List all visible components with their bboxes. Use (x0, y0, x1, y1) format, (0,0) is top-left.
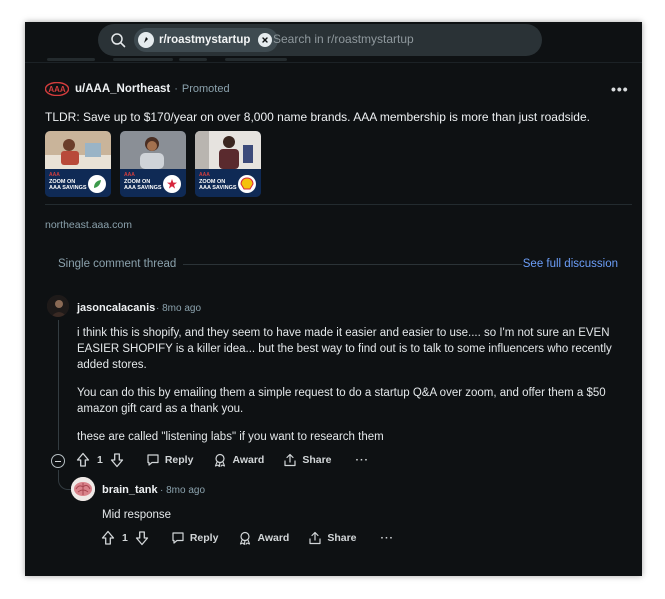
separator-dot: · (174, 83, 178, 95)
community-chip[interactable]: r/roastmystartup (134, 28, 279, 52)
reply-icon (172, 532, 184, 544)
ad-card-caption: ZOOM ON AAA SAVINGS (199, 179, 237, 191)
ad-photo-man (195, 131, 261, 169)
ad-card[interactable]: AAA ZOOM ON AAA SAVINGS (45, 131, 111, 197)
upvote-icon (76, 452, 90, 467)
svg-text:AAA: AAA (48, 85, 66, 94)
avatar[interactable] (47, 295, 69, 317)
aaa-mini-logo: AAA (199, 172, 210, 178)
tab-hint (225, 58, 287, 61)
reply-icon (147, 454, 159, 466)
aaa-mini-logo: AAA (124, 172, 135, 178)
award-button[interactable]: Award (238, 531, 289, 545)
share-icon (309, 531, 321, 545)
upvote-icon (101, 530, 115, 545)
share-button[interactable]: Share (283, 453, 332, 467)
comment-time: · 8mo ago (156, 303, 202, 314)
ad-header: AAA u/AAA_Northeast · Promoted (45, 82, 230, 96)
tab-hint (179, 58, 207, 61)
search-input[interactable] (273, 32, 523, 46)
promoted-label: Promoted (181, 83, 230, 95)
comment-actions: 1 Reply Award Share ··· (101, 530, 394, 546)
tab-hint (47, 58, 95, 61)
award-label: Award (232, 454, 265, 466)
share-label: Share (302, 454, 332, 466)
aaa-logo-icon[interactable]: AAA (45, 82, 69, 96)
comment-body: Mid response (102, 507, 602, 523)
upvote-button[interactable] (101, 530, 115, 546)
aaa-mini-logo: AAA (49, 172, 60, 178)
comment-paragraph: i think this is shopify, and they seem t… (77, 327, 612, 371)
ad-card[interactable]: AAA ZOOM ON AAA SAVINGS (120, 131, 186, 197)
comment-body: i think this is shopify, and they seem t… (77, 325, 622, 373)
brand-leaf-icon (88, 175, 106, 193)
reply-label: Reply (164, 454, 194, 466)
divider (183, 264, 522, 265)
downvote-button[interactable] (135, 530, 149, 546)
comment-paragraph: Mid response (102, 509, 172, 521)
app-window: r/roastmystartup AAA u/AAA_Northeast · P… (25, 22, 642, 576)
reply-connector (58, 470, 72, 490)
brand-shell-icon (238, 175, 256, 193)
more-options-icon[interactable]: ··· (356, 454, 370, 466)
ad-text[interactable]: TLDR: Save up to $170/year on over 8,000… (45, 110, 590, 124)
downvote-icon (135, 531, 148, 546)
divider (25, 62, 642, 63)
avatar[interactable] (71, 477, 95, 501)
subreddit-avatar-icon (138, 32, 154, 48)
share-button[interactable]: Share (308, 531, 357, 545)
ad-photo-woman (120, 131, 186, 169)
comment-actions: 1 Reply Award Share ··· (76, 452, 369, 468)
reply-button[interactable]: Reply (171, 531, 219, 545)
comment-username[interactable]: jasoncalacanis (77, 302, 155, 314)
collapse-thread-button[interactable] (51, 454, 65, 468)
more-options-icon[interactable]: ••• (611, 82, 629, 96)
award-icon (240, 531, 251, 545)
comment-body: these are called "listening labs" if you… (77, 429, 622, 445)
avatar-jasoncalacanis-icon (47, 295, 69, 317)
downvote-icon (110, 453, 123, 468)
close-icon[interactable] (258, 33, 273, 47)
share-label: Share (327, 532, 357, 544)
tab-hint (113, 58, 173, 61)
community-chip-label: r/roastmystartup (159, 34, 251, 46)
reply-button[interactable]: Reply (146, 453, 194, 467)
search-icon (111, 33, 126, 48)
comment-paragraph: You can do this by emailing them a simpl… (77, 387, 606, 415)
share-icon (284, 453, 296, 467)
search-bar[interactable]: r/roastmystartup (98, 24, 542, 56)
ad-card-caption: ZOOM ON AAA SAVINGS (124, 179, 162, 191)
comment-body: You can do this by emailing them a simpl… (77, 385, 622, 417)
ad-carousel: AAA ZOOM ON AAA SAVINGS AAA ZOOM ON AAA SA… (45, 131, 261, 197)
divider (45, 204, 632, 205)
award-icon (215, 453, 226, 467)
upvote-button[interactable] (76, 452, 90, 468)
vote-count: 1 (122, 532, 128, 544)
see-full-discussion-link[interactable]: See full discussion (523, 258, 618, 270)
more-options-icon[interactable]: ··· (381, 532, 395, 544)
ad-username[interactable]: u/AAA_Northeast (75, 83, 170, 95)
vote-count: 1 (97, 454, 103, 466)
thread-label: Single comment thread (58, 258, 177, 270)
ad-url-link[interactable]: northeast.aaa.com (45, 219, 132, 231)
comment-username[interactable]: brain_tank (102, 484, 158, 496)
ad-card[interactable]: AAA ZOOM ON AAA SAVINGS (195, 131, 261, 197)
award-button[interactable]: Award (213, 453, 264, 467)
comment-time: · 8mo ago (160, 485, 206, 496)
avatar-brain-icon (71, 477, 95, 501)
ad-photo-kitchen (45, 131, 111, 169)
brand-macys-icon (163, 175, 181, 193)
downvote-button[interactable] (110, 452, 124, 468)
ad-card-caption: ZOOM ON AAA SAVINGS (49, 179, 87, 191)
reply-label: Reply (189, 532, 219, 544)
comment-paragraph: these are called "listening labs" if you… (77, 431, 384, 443)
award-label: Award (257, 532, 290, 544)
thread-line[interactable] (58, 320, 59, 450)
